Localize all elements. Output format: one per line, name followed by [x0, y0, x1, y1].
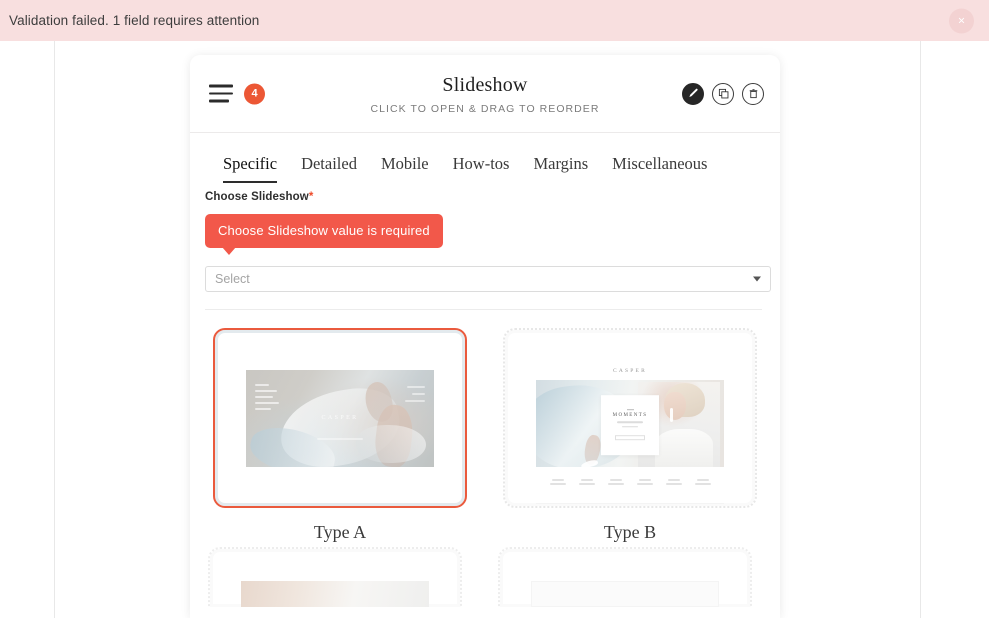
drag-handle[interactable]: 4 [209, 83, 265, 104]
type-b-site-mock: CASPER MOMENTS [536, 361, 724, 504]
preview-right-lines [405, 385, 425, 402]
type-b-logo-text: CASPER [613, 367, 647, 374]
slideshow-card-partial-left[interactable] [208, 547, 462, 607]
required-marker: * [308, 191, 314, 203]
tab-detailed[interactable]: Detailed [301, 154, 357, 183]
type-b-overlay-card: MOMENTS [601, 394, 659, 455]
app-screen: Validation failed. 1 field requires atte… [0, 0, 989, 618]
page-body: 4 Slideshow CLICK TO OPEN & DRAG TO REOR… [0, 41, 989, 618]
slideshow-panel: 4 Slideshow CLICK TO OPEN & DRAG TO REOR… [190, 55, 780, 618]
slideshow-type-grid: CASPER Type A CASPER MOMENTS Type B [190, 310, 780, 543]
type-a-preview: CASPER [231, 344, 449, 492]
duplicate-button[interactable] [712, 82, 734, 105]
tab-how-tos[interactable]: How-tos [453, 154, 510, 183]
type-b-hero-image: MOMENTS [536, 380, 724, 467]
left-rail-divider [54, 41, 55, 618]
validation-tooltip-wrap: Choose Slideshow value is required [205, 214, 762, 255]
card-label-type-b: Type B [603, 522, 657, 542]
close-icon: × [957, 13, 965, 28]
type-b-navbar [536, 467, 724, 497]
tooltip-arrow-icon [222, 247, 236, 255]
chevron-down-icon [753, 276, 761, 282]
panel-actions [682, 82, 764, 105]
type-a-hero-image: CASPER [246, 369, 434, 467]
edit-button[interactable] [682, 82, 704, 105]
tab-margins[interactable]: Margins [533, 154, 588, 183]
copy-icon [718, 88, 728, 99]
type-b-topbar: CASPER [536, 361, 724, 380]
right-rail-divider [920, 41, 921, 618]
preview-menu-lines [255, 383, 279, 410]
field-label: Choose Slideshow* [205, 191, 762, 203]
item-count-badge: 4 [244, 83, 265, 104]
tab-mobile[interactable]: Mobile [381, 154, 429, 183]
slideshow-card-type-b[interactable]: CASPER MOMENTS [503, 328, 757, 508]
select-row: Select [205, 266, 771, 292]
trash-icon [749, 89, 757, 99]
slideshow-card-type-a[interactable]: CASPER [213, 328, 467, 508]
select-placeholder: Select [215, 272, 250, 286]
field-label-text: Choose Slideshow [205, 191, 309, 203]
type-b-card-title: MOMENTS [612, 413, 648, 419]
type-a-subline [317, 438, 363, 440]
delete-button[interactable] [742, 82, 764, 105]
type-b-preview: CASPER MOMENTS [521, 343, 739, 504]
tab-specific[interactable]: Specific [223, 154, 278, 183]
tab-miscellaneous[interactable]: Miscellaneous [612, 154, 707, 183]
validation-message: Validation failed. 1 field requires atte… [9, 13, 260, 28]
banner-close-button[interactable]: × [949, 8, 974, 33]
validation-banner: Validation failed. 1 field requires atte… [0, 0, 989, 41]
choose-slideshow-select[interactable]: Select [205, 266, 771, 292]
choose-slideshow-field: Choose Slideshow* Choose Slideshow value… [190, 183, 780, 310]
card-cell-type-a: CASPER Type A [208, 328, 472, 543]
hamburger-icon [209, 84, 233, 103]
pencil-icon [688, 88, 698, 97]
type-a-brand-text: CASPER [321, 415, 359, 421]
slideshow-card-partial-right[interactable] [498, 547, 752, 607]
slideshow-type-grid-next-row [190, 543, 780, 607]
field-error-tooltip: Choose Slideshow value is required [205, 214, 443, 248]
panel-header: 4 Slideshow CLICK TO OPEN & DRAG TO REOR… [190, 55, 780, 133]
card-label-type-a: Type A [313, 522, 367, 542]
card-cell-type-b: CASPER MOMENTS Type B [498, 328, 762, 543]
tab-bar: Specific Detailed Mobile How-tos Margins… [190, 133, 780, 183]
